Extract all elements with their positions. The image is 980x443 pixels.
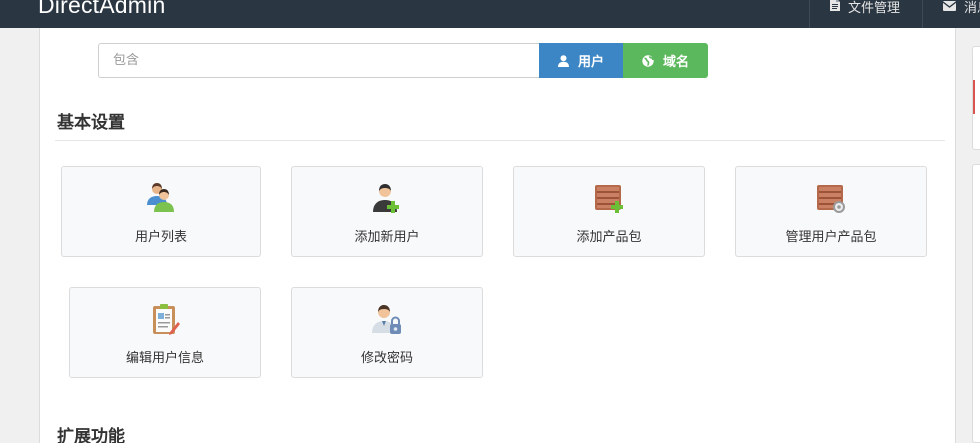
change-password-icon [370,302,404,336]
card-label: 管理用户产品包 [785,230,877,245]
file-manager-label: 文件管理 [848,1,901,16]
messages-label: 消息 [964,1,980,16]
search-domain-label: 域名 [662,54,689,69]
card-change-password[interactable]: 修改密码 [291,287,483,378]
card-manage-packages[interactable]: 管理用户产品包 [735,166,927,257]
file-icon [829,0,840,15]
search-input[interactable] [98,43,540,78]
manage-packages-icon [814,181,848,215]
card-label: 添加新用户 [354,230,420,245]
user-icon [557,54,569,67]
basic-settings-heading: 基本设置 [57,113,125,133]
card-label: 添加产品包 [576,230,642,245]
search-user-label: 用户 [577,54,604,69]
card-label: 用户列表 [134,230,187,245]
users-icon [144,181,178,215]
search-domain-button[interactable]: 域名 [623,43,708,78]
card-edit-user-info[interactable]: 编辑用户信息 [69,287,261,378]
right-sidebar-widget [972,164,980,443]
section-divider [55,140,945,141]
card-add-user[interactable]: 添加新用户 [291,166,483,257]
add-package-icon [592,181,626,215]
messages-link[interactable]: 消息 [922,0,980,28]
search-user-button[interactable]: 用户 [539,43,623,78]
card-label: 修改密码 [360,351,413,366]
card-user-list[interactable]: 用户列表 [61,166,261,257]
extensions-heading: 扩展功能 [57,427,125,443]
edit-user-info-icon [148,302,182,336]
add-user-icon [370,181,404,215]
card-label: 编辑用户信息 [125,351,204,366]
top-navbar: DirectAdmin 文件管理 消息 [0,0,980,28]
envelope-icon [942,0,957,15]
alert-indicator [973,80,975,114]
brand-logo[interactable]: DirectAdmin [38,0,165,19]
globe-icon [642,54,654,67]
file-manager-link[interactable]: 文件管理 [809,0,922,28]
card-add-package[interactable]: 添加产品包 [513,166,705,257]
